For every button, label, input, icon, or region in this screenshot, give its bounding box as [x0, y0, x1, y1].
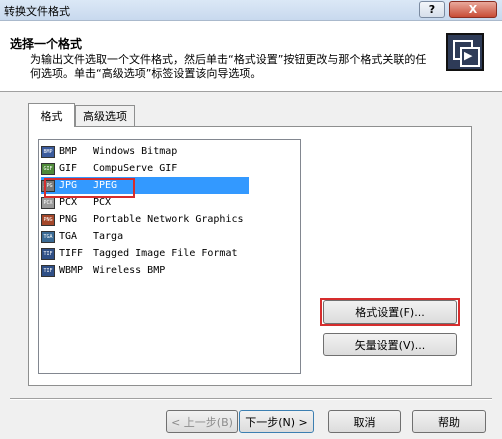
next-button[interactable]: 下一步(N) > [239, 410, 314, 433]
format-description: Wireless BMP [93, 265, 166, 276]
help-button[interactable]: 帮助 [412, 410, 486, 433]
format-list-item[interactable]: JPG JPG JPEG [41, 177, 249, 194]
file-format-icon: PCX [41, 196, 55, 209]
format-list-item[interactable]: PCX PCX PCX [41, 194, 249, 211]
format-extension: JPG [59, 180, 78, 191]
tab-format[interactable]: 格式 [28, 103, 75, 127]
format-extension: WBMP [59, 265, 84, 276]
format-list-item[interactable]: TIF TIFF Tagged Image File Format [41, 245, 249, 262]
wizard-header: 选择一个格式 为输出文件选取一个文件格式，然后单击“格式设置”按钮更改与那个格式… [0, 21, 502, 92]
tab-advanced-options[interactable]: 高级选项 [75, 105, 135, 126]
format-extension: PCX [59, 197, 78, 208]
format-description: Windows Bitmap [93, 146, 178, 157]
format-list-item[interactable]: TIF WBMP Wireless BMP [41, 262, 249, 279]
file-format-icon: JPG [41, 179, 55, 192]
help-title-button[interactable]: ? [419, 1, 445, 18]
footer-divider [10, 398, 492, 400]
file-format-icon: PNG [41, 213, 55, 226]
format-extension: TIFF [59, 248, 84, 259]
header-description: 为输出文件选取一个文件格式，然后单击“格式设置”按钮更改与那个格式关联的任何选项… [30, 53, 427, 80]
convert-format-icon: ▶ [446, 33, 484, 71]
format-description: JPEG [93, 180, 118, 191]
format-extension: GIF [59, 163, 78, 174]
window-title: 转换文件格式 [4, 5, 70, 18]
cancel-button[interactable]: 取消 [328, 410, 401, 433]
format-list-item[interactable]: BMP BMP Windows Bitmap [41, 143, 249, 160]
vector-settings-button[interactable]: 矢量设置(V)... [323, 333, 457, 356]
format-extension: BMP [59, 146, 78, 157]
format-description: Tagged Image File Format [93, 248, 238, 259]
format-list-item[interactable]: GIF GIF CompuServe GIF [41, 160, 249, 177]
format-description: Portable Network Graphics [93, 214, 244, 225]
format-description: Targa [93, 231, 124, 242]
file-format-icon: GIF [41, 162, 55, 175]
back-button[interactable]: < 上一步(B) [166, 410, 238, 433]
header-title: 选择一个格式 [10, 37, 83, 51]
format-extension: TGA [59, 231, 78, 242]
format-settings-button[interactable]: 格式设置(F)... [323, 300, 457, 324]
file-format-icon: TIF [41, 247, 55, 260]
format-list[interactable]: BMP BMP Windows Bitmap GIF GIF CompuServe GIF… [38, 139, 301, 374]
format-description: CompuServe GIF [93, 163, 178, 174]
file-format-icon: TIF [41, 264, 55, 277]
file-format-icon: BMP [41, 145, 55, 158]
close-button[interactable]: X [449, 1, 497, 18]
format-extension: PNG [59, 214, 78, 225]
format-list-item[interactable]: PNG PNG Portable Network Graphics [41, 211, 249, 228]
title-bar: 转换文件格式 ? X [0, 0, 502, 21]
format-description: PCX [93, 197, 112, 208]
file-format-icon: TGA [41, 230, 55, 243]
format-list-item[interactable]: TGA TGA Targa [41, 228, 249, 245]
